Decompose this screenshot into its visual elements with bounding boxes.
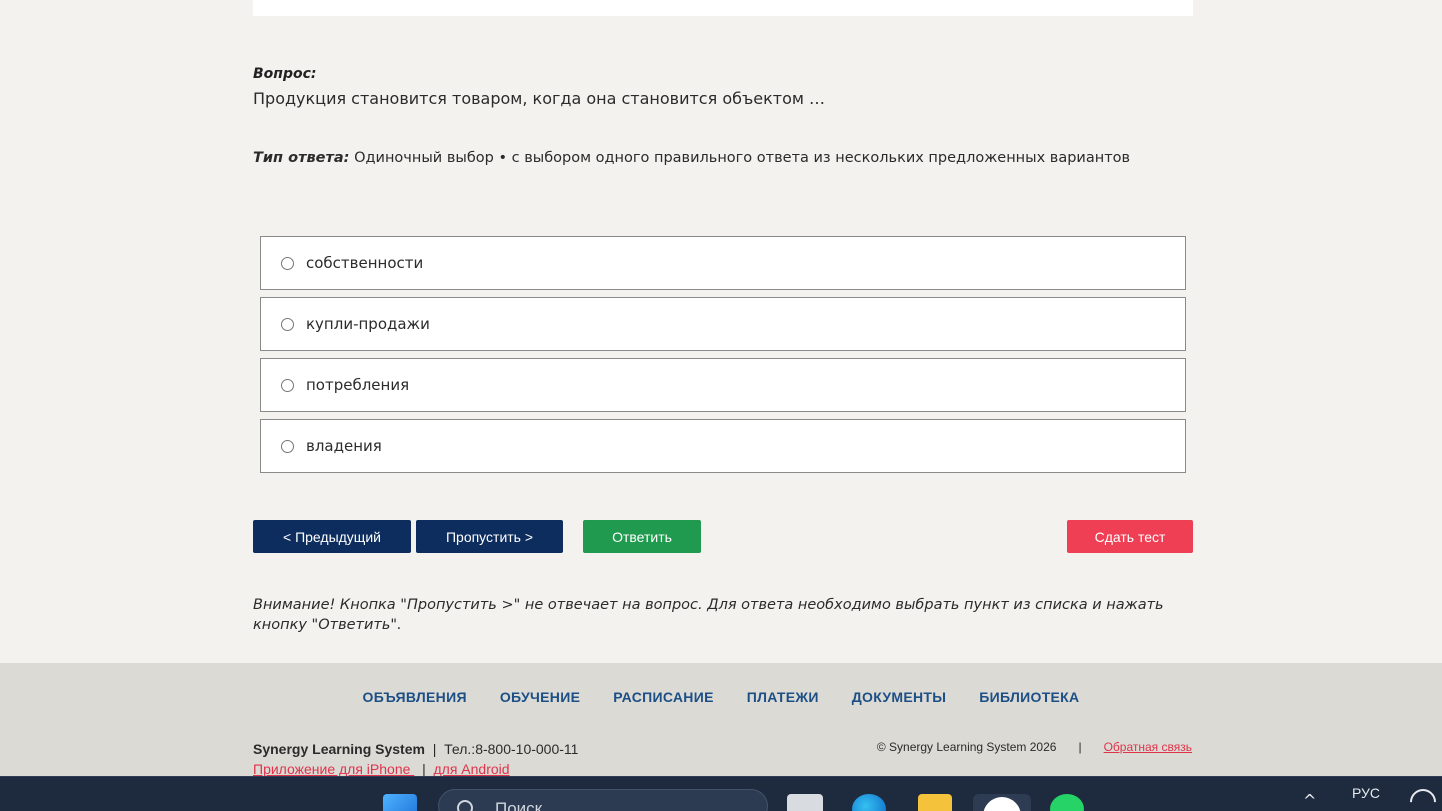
- skip-button[interactable]: Пропустить >: [416, 520, 563, 553]
- feedback-link[interactable]: Обратная связь: [1104, 740, 1192, 754]
- question-text: Продукция становится товаром, когда она …: [253, 89, 826, 108]
- wifi-icon[interactable]: [1404, 783, 1442, 811]
- android-app-link[interactable]: для Android: [434, 761, 510, 777]
- edge-icon[interactable]: [852, 794, 886, 811]
- files-icon[interactable]: [787, 794, 823, 811]
- footer-legal: © Synergy Learning System 2026 | Обратна…: [877, 740, 1192, 754]
- radio-button[interactable]: [281, 317, 294, 331]
- footer-contacts: Synergy Learning System | Тел.:8-800-10-…: [253, 739, 578, 779]
- folder-icon[interactable]: [918, 794, 952, 811]
- answer-option-label: потребления: [306, 376, 410, 394]
- answer-option[interactable]: купли-продажи: [260, 297, 1186, 351]
- taskbar-search-placeholder: Поиск: [495, 799, 543, 811]
- answer-option-label: купли-продажи: [306, 315, 430, 333]
- previous-button[interactable]: < Предыдущий: [253, 520, 411, 553]
- chevron-up-icon[interactable]: ^: [1303, 791, 1316, 810]
- radio-button[interactable]: [281, 256, 294, 270]
- taskbar-search-box[interactable]: Поиск: [438, 789, 768, 811]
- footer-link-documents[interactable]: ДОКУМЕНТЫ: [852, 689, 947, 705]
- whatsapp-icon[interactable]: [1050, 794, 1084, 811]
- submit-test-button[interactable]: Сдать тест: [1067, 520, 1193, 553]
- footer-link-payments[interactable]: ПЛАТЕЖИ: [747, 689, 819, 705]
- warning-text: Внимание! Кнопка "Пропустить >" не отвеч…: [253, 597, 1164, 633]
- top-content-panel: [253, 0, 1193, 16]
- answer-options: собственности купли-продажи потребления …: [260, 236, 1186, 480]
- footer-link-announcements[interactable]: ОБЪЯВЛЕНИЯ: [363, 689, 467, 705]
- answer-option-label: владения: [306, 437, 382, 455]
- iphone-app-link[interactable]: Приложение для iPhone: [253, 761, 414, 777]
- answer-option[interactable]: владения: [260, 419, 1186, 473]
- footer-link-schedule[interactable]: РАСПИСАНИЕ: [613, 689, 714, 705]
- answer-type-label: Тип ответа:: [253, 150, 350, 166]
- footer: ОБЪЯВЛЕНИЯ ОБУЧЕНИЕ РАСПИСАНИЕ ПЛАТЕЖИ Д…: [0, 663, 1442, 779]
- windows-start-icon[interactable]: [383, 794, 417, 811]
- footer-phone: Тел.:8-800-10-000-11: [444, 741, 579, 757]
- footer-right-separator: |: [1078, 740, 1082, 754]
- answer-option[interactable]: собственности: [260, 236, 1186, 290]
- search-icon: [457, 800, 473, 811]
- answer-button[interactable]: Ответить: [583, 520, 701, 553]
- footer-separator: |: [424, 741, 445, 757]
- answer-option-label: собственности: [306, 254, 424, 272]
- windows-taskbar: Поиск ^ РУС: [0, 776, 1442, 811]
- answer-option[interactable]: потребления: [260, 358, 1186, 412]
- yandex-browser-icon[interactable]: [973, 794, 1031, 811]
- footer-nav: ОБЪЯВЛЕНИЯ ОБУЧЕНИЕ РАСПИСАНИЕ ПЛАТЕЖИ Д…: [0, 689, 1442, 705]
- radio-button[interactable]: [281, 378, 294, 392]
- footer-app-separator: |: [414, 761, 434, 777]
- question-label: Вопрос:: [253, 66, 317, 82]
- copyright-text: © Synergy Learning System 2026: [876, 740, 1057, 754]
- keyboard-language[interactable]: РУС: [1352, 785, 1380, 801]
- footer-link-library[interactable]: БИБЛИОТЕКА: [979, 689, 1079, 705]
- footer-brand: Synergy Learning System: [253, 741, 425, 757]
- answer-type-value: Одиночный выбор • с выбором одного прави…: [349, 150, 1131, 166]
- radio-button[interactable]: [281, 439, 294, 453]
- footer-link-learning[interactable]: ОБУЧЕНИЕ: [500, 689, 580, 705]
- answer-type: Тип ответа: Одиночный выбор • с выбором …: [253, 150, 1130, 166]
